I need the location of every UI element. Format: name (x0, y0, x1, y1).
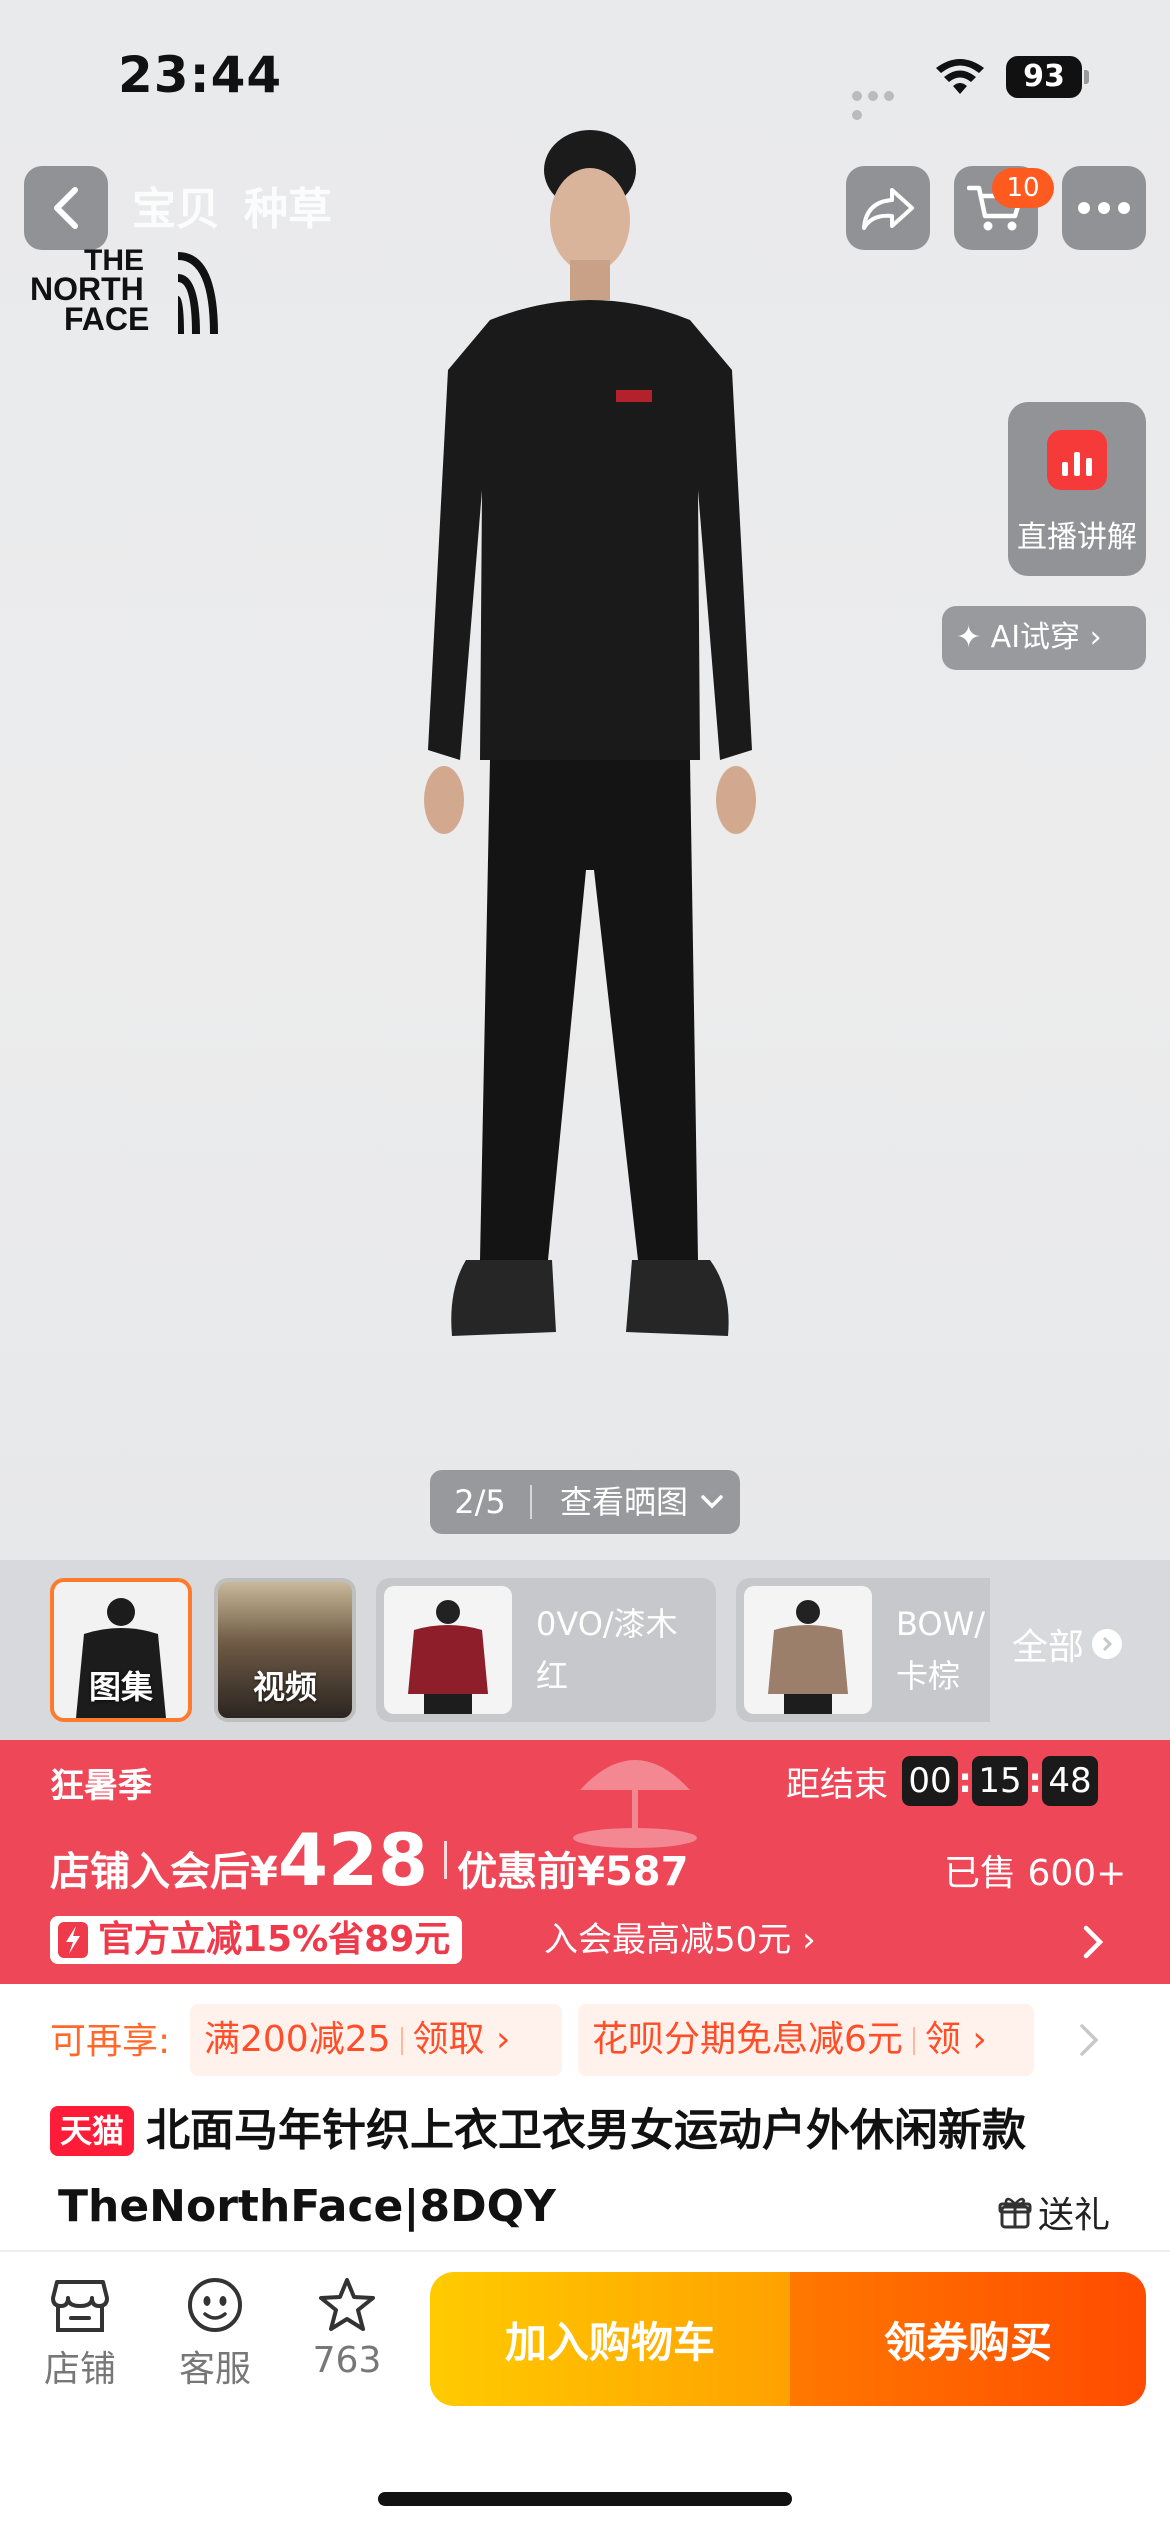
wifi-icon (936, 59, 984, 94)
bottom-action-bar: 店铺 客服 763 加入购物车 领券购买 (0, 2252, 1170, 2532)
cart-count-badge: 10 (992, 168, 1054, 208)
store-button[interactable]: 店铺 (25, 2276, 135, 2392)
membership-discount-link[interactable]: 入会最高减50元 › (544, 1918, 816, 1962)
image-counter: 2/5 (454, 1483, 506, 1521)
variant-brown[interactable]: BOW/ 卡棕 (736, 1578, 990, 1722)
brand-logo: THE NORTH FACE (30, 246, 220, 338)
countdown-seconds: 48 (1042, 1756, 1098, 1806)
countdown-timer: 距结束 00 : 15 : 48 (786, 1756, 1098, 1806)
store-coupon-chip[interactable]: 满200减25 领取 › (190, 2004, 562, 2076)
back-button[interactable] (24, 166, 108, 250)
smiley-service-icon (188, 2278, 242, 2332)
gift-button[interactable]: 送礼 (998, 2186, 1110, 2238)
share-button[interactable] (846, 166, 930, 250)
all-variants-label: 全部 (1012, 1627, 1085, 1668)
store-icon (51, 2280, 109, 2332)
variant-red-color: 红 (536, 1657, 569, 1695)
star-icon (319, 2278, 375, 2331)
offers-label: 可再享: (50, 2021, 171, 2062)
installment-coupon-claim[interactable]: 领 › (925, 2019, 987, 2060)
variant-brown-image (744, 1586, 872, 1714)
top-tabs: 宝贝 种草 (132, 180, 332, 240)
official-discount-text: 官方立减15%省89元 (98, 1919, 451, 1960)
variant-red-name: 0VO/漆木 (536, 1605, 678, 1643)
tab-seeding[interactable]: 种草 (244, 180, 332, 240)
image-pager[interactable]: 2/5 查看晒图 (430, 1470, 740, 1534)
price-line: 店铺入会后¥ 428 优惠前¥587 (50, 1820, 688, 1900)
customer-service-label: 客服 (178, 2349, 251, 2390)
installment-coupon-chip[interactable]: 花呗分期免息减6元领 › (578, 2004, 1034, 2076)
promo-banner[interactable]: 狂暑季 距结束 00 : 15 : 48 店铺入会后¥ 428 优惠前¥587 … (0, 1740, 1170, 1984)
store-coupon-claim[interactable]: 领取 › (413, 2019, 511, 2060)
variant-red-image (384, 1586, 512, 1714)
all-variants-link[interactable]: 全部 (1012, 1618, 1123, 1670)
product-title-block: 天猫 北面马年针织上衣卫衣男女运动户外休闲新款 TheNorthFace|8DQ… (0, 2092, 1170, 2250)
favorite-button[interactable]: 763 (292, 2276, 402, 2381)
status-bar: 23:44 93 (0, 0, 1170, 150)
lightning-icon (58, 1922, 88, 1958)
battery-level: 93 (1006, 56, 1082, 98)
product-title-line2: TheNorthFace|8DQY (58, 2181, 556, 2232)
live-bars-icon (1047, 430, 1107, 490)
view-reviews-photos-link[interactable]: 查看晒图 (532, 1470, 688, 1534)
battery-icon: 93 (1006, 56, 1090, 98)
variant-red[interactable]: 0VO/漆木 红 (376, 1578, 716, 1722)
store-coupon-text: 满200减25 (204, 2019, 391, 2060)
status-time: 23:44 (118, 46, 283, 104)
live-explain-label: 直播讲解 (1017, 520, 1137, 555)
live-explain-button[interactable]: 直播讲解 (1008, 402, 1146, 576)
variant-brown-color: 卡棕 (896, 1657, 961, 1695)
add-to-cart-button[interactable]: 加入购物车 (430, 2272, 790, 2406)
product-model-image (424, 130, 756, 1336)
countdown-minutes: 15 (972, 1756, 1028, 1806)
claim-coupon-buy-button[interactable]: 领券购买 (790, 2272, 1146, 2406)
half-dome-logo-icon (178, 252, 218, 334)
tmall-badge: 天猫 (50, 2106, 134, 2156)
more-button[interactable] (1062, 166, 1146, 250)
chevron-left-icon (54, 187, 78, 229)
customer-service-button[interactable]: 客服 (160, 2276, 270, 2392)
countdown-label: 距结束 (786, 1764, 888, 1805)
more-dots-icon (1078, 202, 1130, 214)
home-indicator[interactable] (378, 2492, 792, 2506)
chevron-down-icon (701, 1495, 723, 1509)
product-title-line1: 北面马年针织上衣卫衣男女运动户外休闲新款 (146, 2105, 1026, 2156)
share-arrow-icon (862, 188, 914, 230)
chevron-right-icon[interactable] (1080, 1924, 1108, 1960)
video-label: 视频 (252, 1668, 317, 1706)
before-discount-price: 优惠前¥587 (457, 1849, 689, 1895)
gallery-label: 图集 (88, 1668, 153, 1706)
thumb-gallery[interactable]: 图集 (50, 1578, 192, 1722)
cellular-signal-icon (852, 86, 914, 120)
installment-coupon-text: 花呗分期免息减6元 (592, 2019, 903, 2060)
variant-brown-name: BOW/ (896, 1605, 985, 1643)
chevron-right-circle-icon (1092, 1629, 1123, 1659)
sold-count: 已售 600+ (944, 1853, 1127, 1894)
favorite-count: 763 (312, 2340, 382, 2381)
promo-season-title: 狂暑季 (50, 1766, 152, 1806)
thumb-video[interactable]: 视频 (214, 1578, 356, 1722)
tab-item[interactable]: 宝贝 (132, 180, 220, 240)
ai-try-on-button[interactable]: ✦ AI试穿 › (942, 606, 1146, 670)
offers-row: 可再享: 满200减25 领取 › 花呗分期免息减6元领 › (0, 1984, 1170, 2092)
product-image-carousel[interactable]: 23:44 93 宝贝 种草 10 THE NORTH FACE 直播讲解 ✦ … (0, 0, 1170, 1560)
member-price: 428 (277, 1818, 429, 1902)
official-discount-tag: 官方立减15%省89元 (50, 1916, 463, 1964)
gift-icon (998, 2197, 1032, 2229)
gift-label: 送礼 (1038, 2195, 1111, 2236)
store-label: 店铺 (43, 2349, 116, 2390)
chevron-right-icon[interactable] (1076, 2020, 1102, 2060)
countdown-hours: 00 (902, 1756, 958, 1806)
member-price-prefix: 店铺入会后¥ (50, 1849, 278, 1895)
thumbnail-strip: 图集 视频 0VO/漆木 红 BOW/ 卡棕 全部 (0, 1560, 1170, 1740)
